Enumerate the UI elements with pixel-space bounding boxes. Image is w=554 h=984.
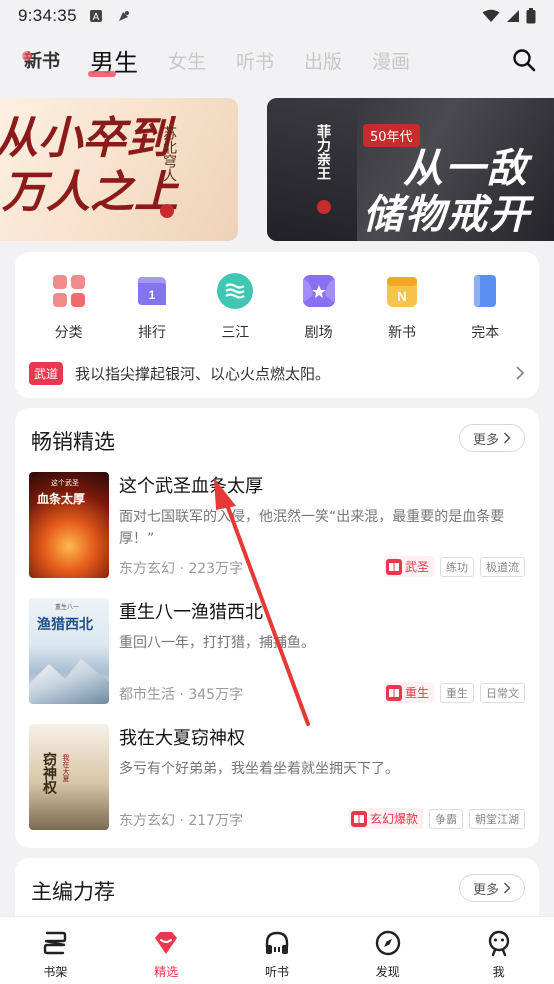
status-time: 9:34:35 xyxy=(18,6,77,25)
banner-book-2[interactable]: 菲力亲王 50年代 从一敌 储物戒开 xyxy=(267,98,554,241)
nav-bookshelf[interactable]: 书架 xyxy=(0,917,111,984)
book-tag: 争霸 xyxy=(429,808,463,829)
search-icon[interactable] xyxy=(512,48,536,72)
tab-comics[interactable]: 漫画 xyxy=(372,47,410,74)
battery-icon xyxy=(526,8,536,24)
book-description: 面对七国联军的入侵，他泯然一笑“出来混，最重要的是血条要厚！” xyxy=(119,509,505,547)
wave-icon xyxy=(216,272,254,310)
category-theater[interactable]: 剧场 xyxy=(289,272,349,342)
hot-tag: 重生 xyxy=(383,682,434,703)
tab-female[interactable]: 女生 xyxy=(168,47,206,74)
grid-icon xyxy=(50,272,88,310)
category-classify[interactable]: 分类 xyxy=(39,272,99,342)
active-tab-indicator xyxy=(88,70,116,77)
nav-featured[interactable]: 精选 xyxy=(111,917,222,984)
compass-icon xyxy=(375,930,400,956)
category-sanjiang[interactable]: 三江 xyxy=(205,272,265,342)
banner-title-line1: 从小卒到 xyxy=(0,113,170,164)
banner-author: 苏北穹人 xyxy=(161,126,177,182)
book-badge-icon xyxy=(350,810,367,827)
notice-text: 我以指尖撑起银河、以心火点燃太阳。 xyxy=(75,364,331,383)
banner-book-1[interactable]: 从小卒到 万人之上 苏北穹人 xyxy=(0,98,238,241)
author-seal xyxy=(160,204,174,218)
book-tag: 重生 xyxy=(440,682,474,703)
hot-tag: 玄幻爆款 xyxy=(348,808,423,829)
book-tags: 武圣 练功 极道流 xyxy=(383,556,525,577)
signal-icon xyxy=(507,10,519,22)
book-title: 这个武圣血条太厚 xyxy=(119,476,263,497)
banner-carousel: 从小卒到 万人之上 苏北穹人 菲力亲王 50年代 从一敌 储物戒开 xyxy=(0,98,554,241)
section-title: 畅销精选 xyxy=(31,430,115,454)
tab-new-books[interactable]: 新书 xyxy=(22,47,60,73)
banner-author: 菲力亲王 xyxy=(315,124,331,180)
channel-tabs: 新书 男生 女生 听书 出版 漫画 xyxy=(0,38,554,82)
book-description: 多亏有个好弟弟，我坐着坐着就坐拥天下了。 xyxy=(119,761,399,777)
banner-figure xyxy=(267,98,357,241)
book-badge-icon xyxy=(385,684,402,701)
tab-published[interactable]: 出版 xyxy=(304,47,342,74)
banner-title-line2: 万人之上 xyxy=(2,167,178,218)
chevron-right-icon xyxy=(503,432,511,444)
more-button[interactable]: 更多 xyxy=(459,874,525,902)
notification-a-icon: A xyxy=(89,9,104,24)
bottom-nav: 书架 精选 听书 发现 我 xyxy=(0,916,554,984)
chevron-right-icon xyxy=(516,366,525,380)
author-seal xyxy=(317,200,331,214)
svg-text:A: A xyxy=(93,12,100,23)
book-item[interactable]: 这个武圣 血条太厚 这个武圣血条太厚 面对七国联军的入侵，他泯然一笑“出来混，最… xyxy=(29,472,525,580)
nav-audiobooks[interactable]: 听书 xyxy=(222,917,333,984)
book-description: 重回八一年，打打猎，捕捕鱼。 xyxy=(119,635,315,651)
svg-text:1: 1 xyxy=(149,288,156,302)
svg-text:N: N xyxy=(397,289,406,304)
tab-audiobooks[interactable]: 听书 xyxy=(236,47,274,74)
book-tags: 重生 重生 日常文 xyxy=(383,682,525,703)
category-card: 分类 1 排行 三江 剧场 N 新书 完本 武道 我以指尖撑起银河、以心火点燃太… xyxy=(15,252,539,398)
book-tag: 练功 xyxy=(440,556,474,577)
rank-icon: 1 xyxy=(133,272,171,310)
chevron-right-icon xyxy=(503,882,511,894)
headphones-icon xyxy=(265,931,289,954)
category-ranking[interactable]: 1 排行 xyxy=(122,272,182,342)
theater-icon xyxy=(300,272,338,310)
section-title: 主编力荐 xyxy=(31,880,115,904)
book-meta: 东方玄幻 · 223万字 xyxy=(119,561,244,577)
notice-tag: 武道 xyxy=(29,361,64,385)
book-title: 重生八一渔猎西北 xyxy=(119,602,263,623)
category-new-books[interactable]: N 新书 xyxy=(372,272,432,342)
book-tag: 极道流 xyxy=(480,556,525,577)
new-book-icon: N xyxy=(383,272,421,310)
book-tags: 玄幻爆款 争霸 朝堂江湖 xyxy=(348,808,525,829)
complete-book-icon xyxy=(466,272,504,310)
banner-title-line2: 储物戒开 xyxy=(363,191,531,238)
tab-male[interactable]: 男生 xyxy=(88,43,138,78)
book-title: 我在大夏窃神权 xyxy=(119,728,245,749)
status-bar: 9:34:35 A xyxy=(0,0,554,32)
featured-gem-icon xyxy=(155,932,178,954)
book-badge-icon xyxy=(385,558,402,575)
nav-profile[interactable]: 我 xyxy=(443,917,554,984)
wifi-icon xyxy=(482,9,500,22)
book-meta: 都市生活 · 345万字 xyxy=(119,687,244,703)
category-complete[interactable]: 完本 xyxy=(455,272,515,342)
bestsellers-card: 畅销精选 更多 这个武圣 血条太厚 这个武圣血条太厚 面对七国联军的入侵，他泯然… xyxy=(15,408,539,848)
nav-discover[interactable]: 发现 xyxy=(332,917,443,984)
notice-bar[interactable]: 武道 我以指尖撑起银河、以心火点燃太阳。 xyxy=(29,360,525,386)
book-tag: 日常文 xyxy=(480,682,525,703)
status-indicators xyxy=(482,8,536,24)
book-item[interactable]: 重生八一 渔猎西北 重生八一渔猎西北 重回八一年，打打猎，捕捕鱼。 都市生活 ·… xyxy=(29,598,525,706)
bookshelf-icon xyxy=(44,931,67,955)
notification-app-icon xyxy=(116,9,131,24)
book-cover: 这个武圣 血条太厚 xyxy=(29,472,109,578)
book-item[interactable]: 窃神权 我在大夏 我在大夏窃神权 多亏有个好弟弟，我坐着坐着就坐拥天下了。 东方… xyxy=(29,724,525,832)
more-button[interactable]: 更多 xyxy=(459,424,525,452)
book-cover: 重生八一 渔猎西北 xyxy=(29,598,109,704)
hot-tag: 武圣 xyxy=(383,556,434,577)
book-meta: 东方玄幻 · 217万字 xyxy=(119,813,244,829)
book-tag: 朝堂江湖 xyxy=(469,808,525,829)
category-row: 分类 1 排行 三江 剧场 N 新书 完本 xyxy=(15,272,539,342)
profile-icon xyxy=(488,930,509,957)
book-cover: 窃神权 我在大夏 xyxy=(29,724,109,830)
